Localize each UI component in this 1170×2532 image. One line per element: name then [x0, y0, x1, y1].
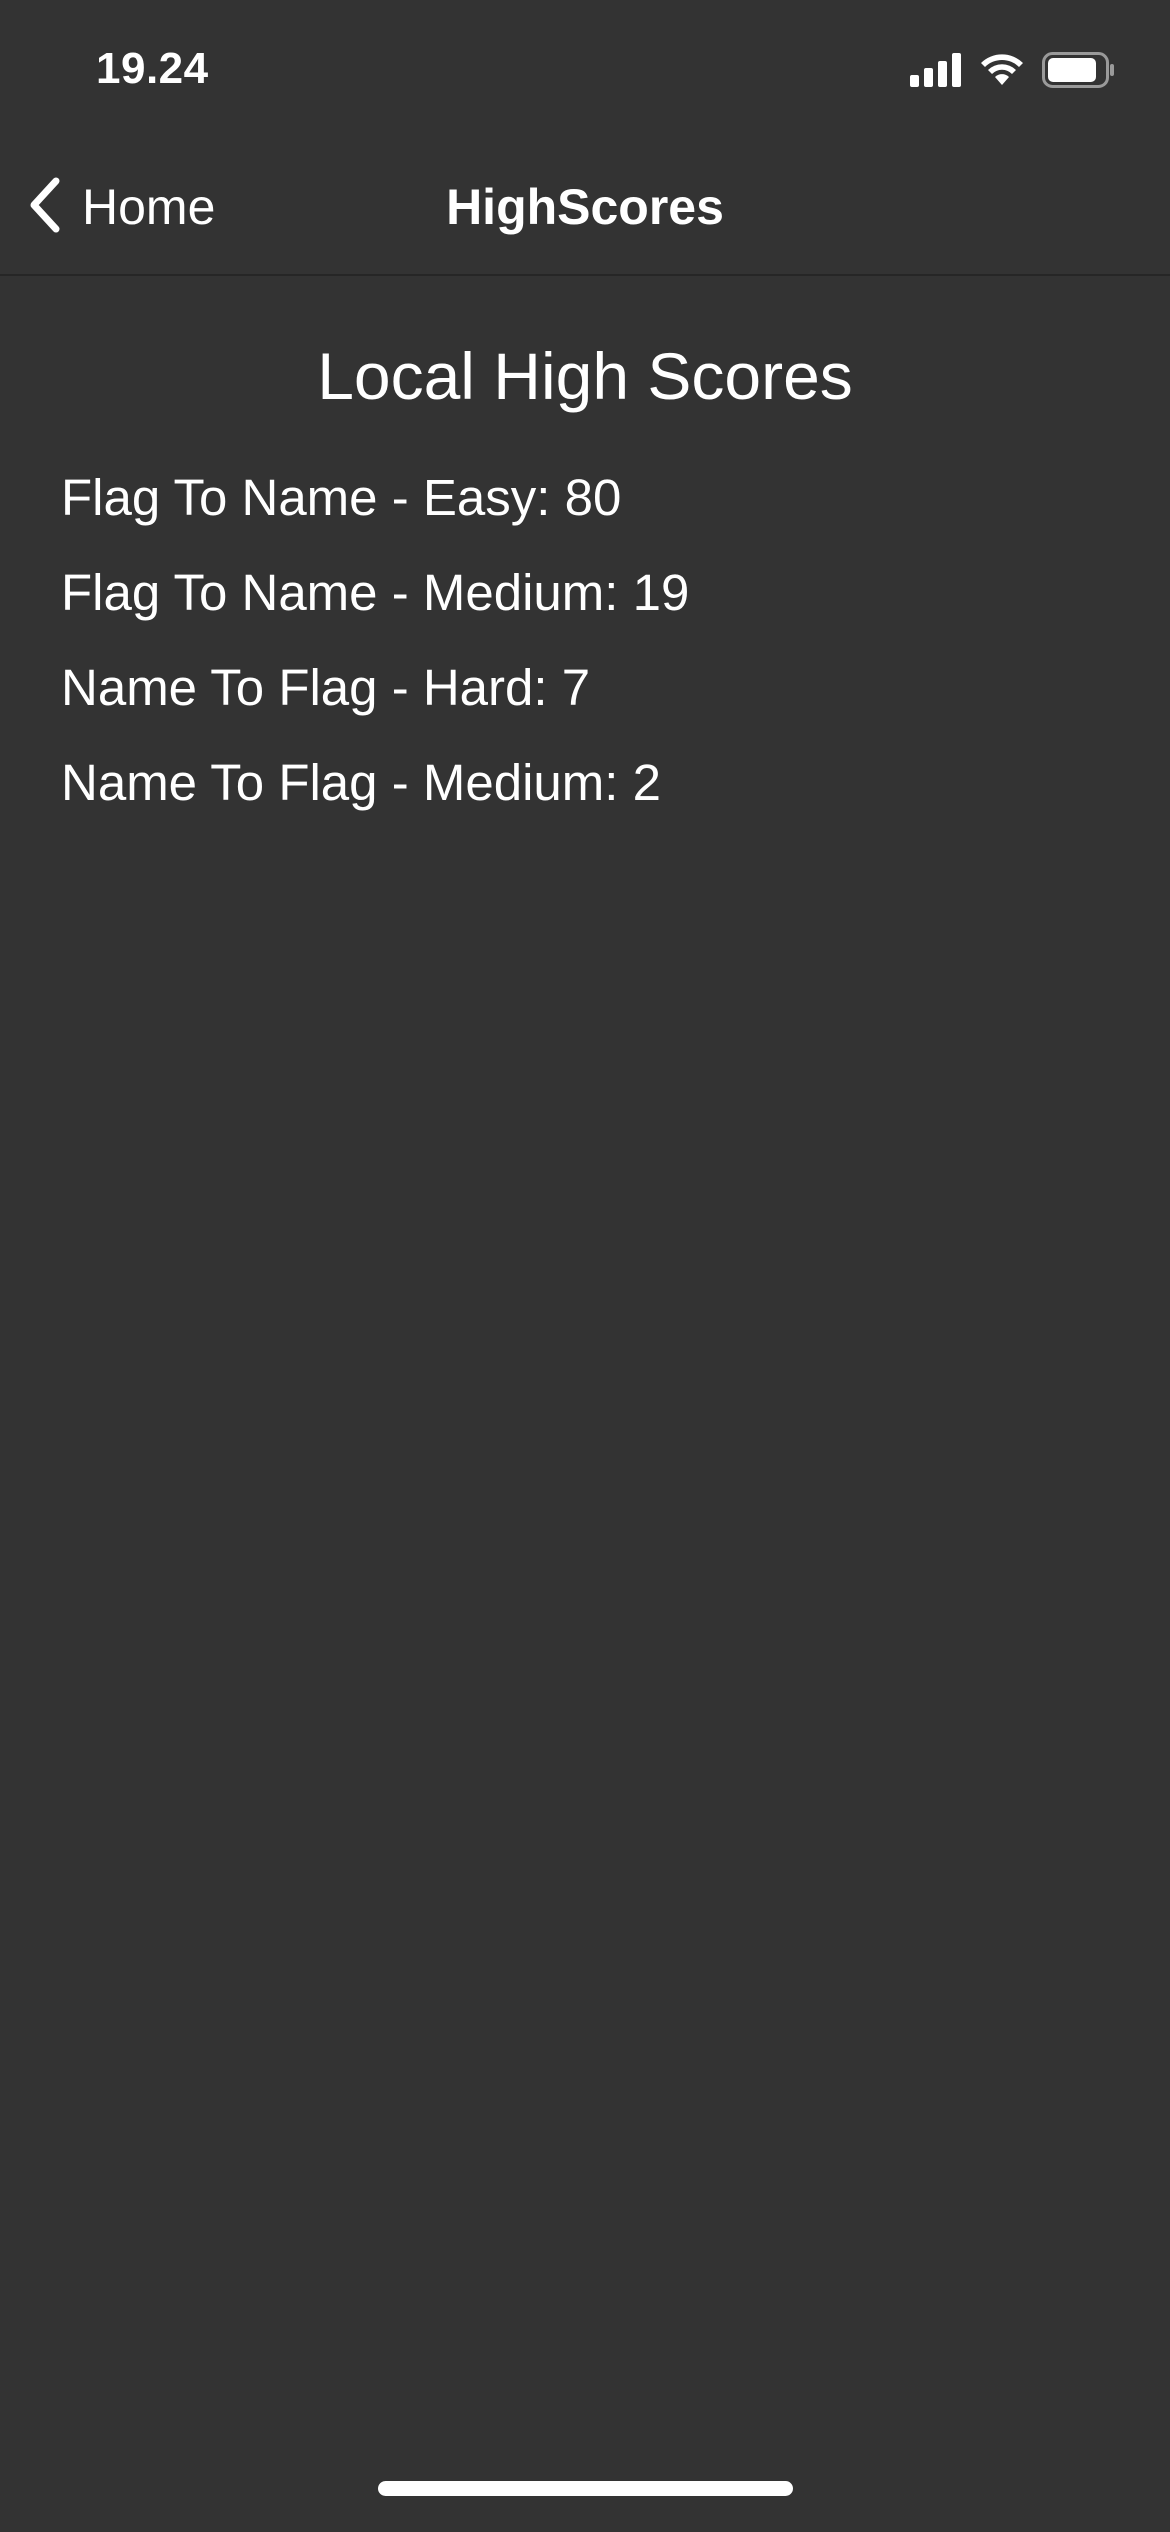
cellular-signal-icon	[910, 53, 962, 92]
status-time: 19.24	[96, 44, 209, 93]
wifi-icon	[978, 52, 1026, 93]
section-title: Local High Scores	[317, 339, 853, 413]
score-item: Name To Flag - Medium: 2	[61, 754, 661, 811]
content: Local High Scores Flag To Name - Easy: 8…	[0, 276, 1170, 830]
score-item: Flag To Name - Medium: 19	[61, 564, 690, 621]
score-item: Flag To Name - Easy: 80	[61, 469, 622, 526]
navigation-bar: Home HighScores	[0, 140, 1170, 276]
score-item: Name To Flag - Hard: 7	[61, 659, 591, 716]
score-list: Flag To Name - Easy: 80 Flag To Name - M…	[0, 450, 1170, 830]
screen: 19.24 Home HighScores Local High Scores …	[0, 0, 1170, 2532]
page-title: HighScores	[446, 179, 724, 235]
battery-icon	[1042, 52, 1116, 93]
status-bar: 19.24	[0, 0, 1170, 140]
status-icons	[910, 52, 1116, 93]
home-indicator[interactable]	[378, 2481, 793, 2496]
